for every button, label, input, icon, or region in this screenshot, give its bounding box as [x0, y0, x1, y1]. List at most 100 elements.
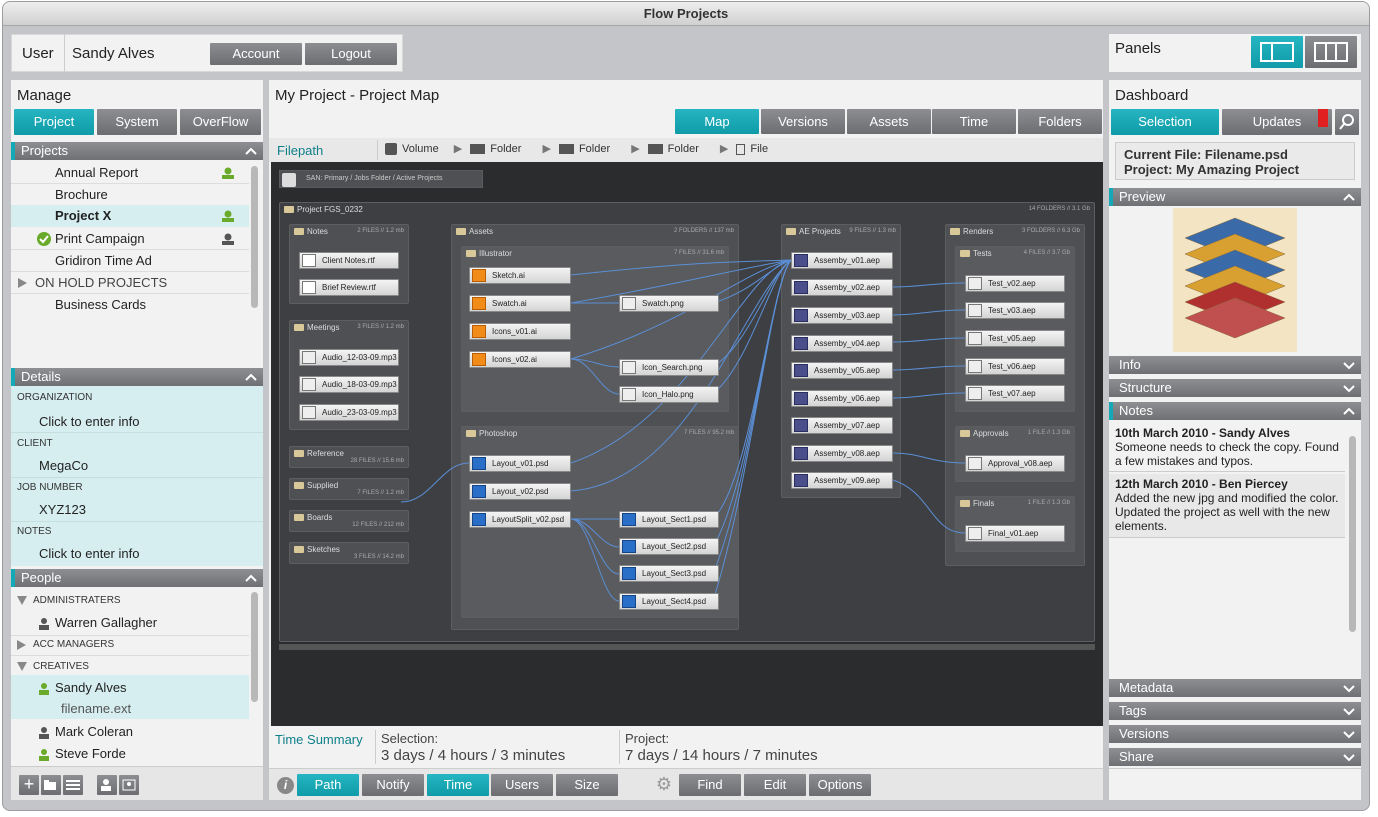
person-item[interactable]: Warren Gallagher	[39, 612, 157, 634]
projects-header[interactable]: Projects	[11, 142, 263, 160]
options-button[interactable]: Options	[809, 774, 871, 796]
file-node[interactable]: Test_v06.aep	[965, 358, 1065, 375]
tab-folders[interactable]: Folders	[1018, 109, 1102, 134]
find-button[interactable]: Find	[679, 774, 741, 796]
file-node[interactable]: Swatch.png	[619, 295, 719, 312]
organization-field[interactable]: Click to enter info	[39, 411, 139, 433]
file-node[interactable]: Assemby_v04.aep	[791, 335, 893, 352]
file-node[interactable]: Layout_Sect1.psd	[619, 511, 719, 528]
group-acc-managers[interactable]: ACC MANAGERS	[17, 639, 114, 650]
file-node[interactable]: Sketch.ai	[469, 267, 571, 284]
boards-folder[interactable]: Boards 12 FILES // 212 mb	[289, 510, 409, 532]
users-button[interactable]: Users	[491, 774, 553, 796]
file-node[interactable]: Test_v03.aep	[965, 302, 1065, 319]
tab-updates[interactable]: Updates	[1222, 109, 1332, 135]
file-node[interactable]: Test_v05.aep	[965, 330, 1065, 347]
file-node[interactable]: Assemby_v03.aep	[791, 307, 893, 324]
notes-field[interactable]: Click to enter info	[39, 543, 139, 565]
file-node[interactable]: Assemby_v09.aep	[791, 472, 893, 489]
new-folder-button[interactable]	[41, 775, 61, 795]
logout-button[interactable]: Logout	[305, 43, 397, 65]
tab-system[interactable]: System	[97, 109, 177, 135]
path-button[interactable]: Path	[297, 774, 359, 796]
list-item-selected[interactable]: Project X	[11, 205, 249, 227]
file-node[interactable]: Final_v01.aep	[965, 525, 1065, 542]
approvals-folder[interactable]: Approvals 1 FILE // 1.3 Gb	[955, 426, 1075, 482]
person-item-selected[interactable]: Sandy Alves	[39, 677, 127, 699]
layout-two-panel-button[interactable]	[1251, 36, 1303, 68]
finals-folder[interactable]: Finals 1 FILE // 1.3 Gb	[955, 496, 1075, 552]
list-item[interactable]: Business Cards	[11, 294, 249, 316]
person-item[interactable]: Mark Coleran	[39, 721, 133, 743]
file-node[interactable]: Swatch.ai	[469, 295, 571, 312]
file-node[interactable]: Client Notes.rtf	[299, 252, 399, 269]
crumb-volume[interactable]: Volume	[402, 143, 439, 155]
client-field[interactable]: MegaCo	[39, 455, 88, 477]
edit-button[interactable]: Edit	[744, 774, 806, 796]
people-header[interactable]: People	[11, 569, 263, 587]
share-header[interactable]: Share	[1109, 748, 1361, 766]
file-node[interactable]: Assemby_v06.aep	[791, 390, 893, 407]
layout-three-panel-button[interactable]	[1305, 36, 1357, 68]
file-node[interactable]: Approval_v08.aep	[965, 455, 1065, 472]
versions-header[interactable]: Versions	[1109, 725, 1361, 743]
list-item[interactable]: Brochure	[11, 184, 249, 206]
details-header[interactable]: Details	[11, 368, 263, 386]
project-map-canvas[interactable]: SAN: Primary / Jobs Folder / Active Proj…	[271, 162, 1103, 726]
person-file[interactable]: filename.ext	[61, 698, 131, 720]
info-header[interactable]: Info	[1109, 356, 1361, 374]
sketches-folder[interactable]: Sketches 3 FILES // 14.2 mb	[289, 542, 409, 564]
group-on-hold[interactable]: ON HOLD PROJECTS	[11, 272, 249, 294]
file-node[interactable]: LayoutSplit_v02.psd	[469, 511, 571, 528]
tags-header[interactable]: Tags	[1109, 702, 1361, 720]
notes-scrollbar[interactable]	[1349, 436, 1356, 632]
file-node[interactable]: Assemby_v08.aep	[791, 445, 893, 462]
projects-scrollbar[interactable]	[251, 166, 258, 308]
file-node[interactable]: Icon_Search.png	[619, 359, 719, 376]
notes-header[interactable]: Notes	[1109, 402, 1361, 420]
tab-assets[interactable]: Assets	[847, 109, 931, 134]
file-node[interactable]: Audio_23-03-09.mp3	[299, 404, 399, 421]
reference-folder[interactable]: Reference 28 FILES // 15.6 mb	[289, 446, 409, 468]
file-node[interactable]: Layout_Sect3.psd	[619, 565, 719, 582]
file-node[interactable]: Icons_v02.ai	[469, 351, 571, 368]
list-item[interactable]: Print Campaign	[11, 228, 249, 250]
user-group-button[interactable]	[119, 775, 139, 795]
file-node[interactable]: Layout_v01.psd	[469, 455, 571, 472]
supplied-folder[interactable]: Supplied 7 FILES // 1.2 mb	[289, 478, 409, 500]
note-item-selected[interactable]: 12th March 2010 - Ben Piercey Added the …	[1109, 474, 1345, 538]
add-button[interactable]: +	[19, 775, 39, 795]
structure-header[interactable]: Structure	[1109, 379, 1361, 397]
tab-project[interactable]: Project	[14, 109, 94, 135]
group-creatives[interactable]: CREATIVES	[17, 661, 89, 672]
job-number-field[interactable]: XYZ123	[39, 499, 86, 521]
file-node[interactable]: Test_v07.aep	[965, 385, 1065, 402]
file-node[interactable]: Brief Review.rtf	[299, 279, 399, 296]
add-user-button[interactable]	[97, 775, 117, 795]
time-button[interactable]: Time	[427, 774, 489, 796]
crumb-file[interactable]: File	[750, 143, 768, 155]
crumb-folder[interactable]: Folder	[668, 143, 699, 155]
list-button[interactable]	[63, 775, 83, 795]
file-node[interactable]: Audio_18-03-09.mp3	[299, 376, 399, 393]
crumb-folder[interactable]: Folder	[579, 143, 610, 155]
gear-icon[interactable]: ⚙	[655, 775, 673, 793]
preview-thumbnail[interactable]	[1173, 208, 1297, 352]
list-item[interactable]: Annual Report	[11, 162, 249, 184]
file-node[interactable]: Assemby_v01.aep	[791, 252, 893, 269]
search-button[interactable]	[1335, 109, 1359, 135]
file-node[interactable]: Layout_v02.psd	[469, 483, 571, 500]
file-node[interactable]: Assemby_v02.aep	[791, 279, 893, 296]
file-node[interactable]: Layout_Sect2.psd	[619, 538, 719, 555]
tab-selection[interactable]: Selection	[1111, 109, 1219, 135]
tab-time[interactable]: Time	[932, 109, 1016, 134]
metadata-header[interactable]: Metadata	[1109, 679, 1361, 697]
preview-header[interactable]: Preview	[1109, 188, 1361, 206]
file-node[interactable]: Icon_Halo.png	[619, 386, 719, 403]
file-node[interactable]: Layout_Sect4.psd	[619, 593, 719, 610]
file-node[interactable]: Assemby_v07.aep	[791, 417, 893, 434]
group-administraters[interactable]: ADMINISTRATERS	[17, 595, 121, 606]
notify-button[interactable]: Notify	[362, 774, 424, 796]
tab-map[interactable]: Map	[675, 109, 759, 134]
file-node[interactable]: Test_v02.aep	[965, 275, 1065, 292]
